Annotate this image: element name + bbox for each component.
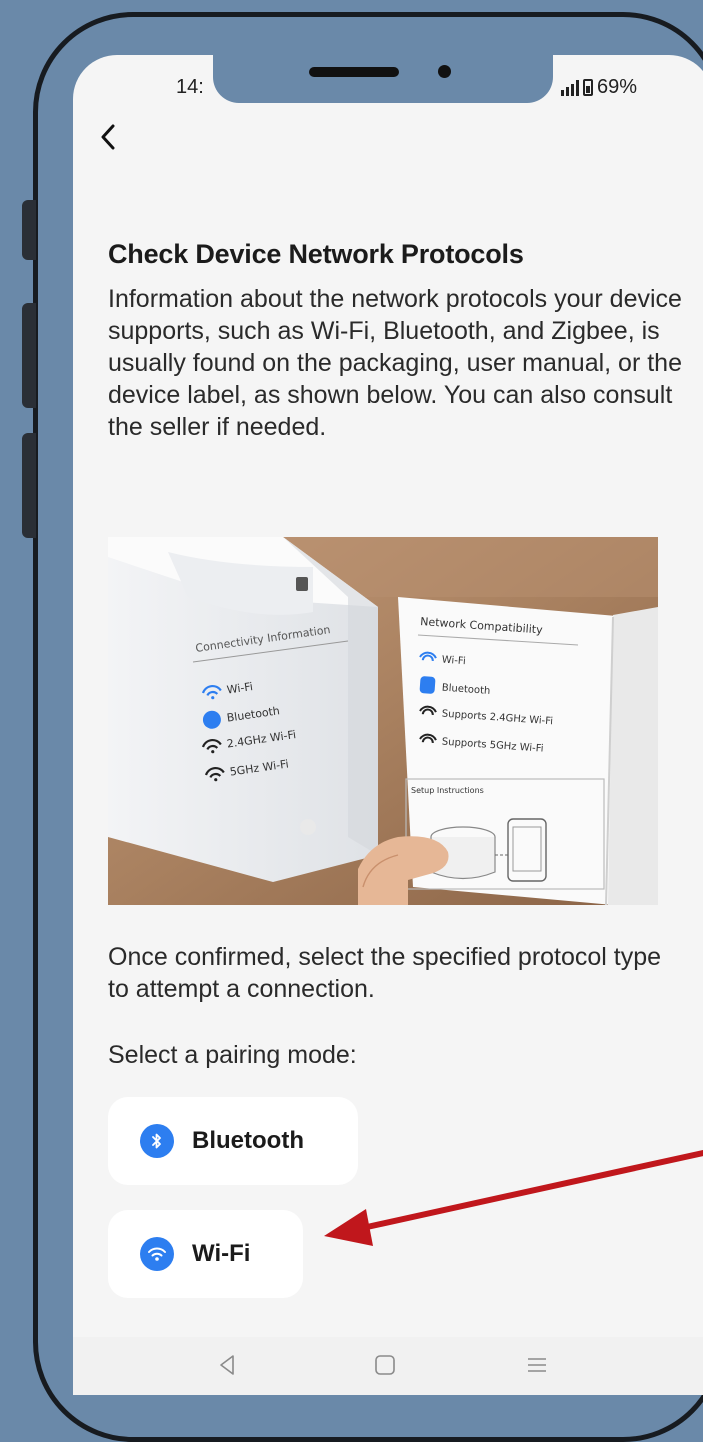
pairing-mode-label: Select a pairing mode: [108, 1041, 357, 1069]
confirm-text: Once confirmed, select the specified pro… [108, 943, 662, 1003]
nav-home-icon[interactable] [371, 1351, 399, 1379]
battery-icon [583, 79, 593, 96]
bluetooth-mode-button[interactable]: Bluetooth [108, 1097, 358, 1185]
manual-setup: Setup Instructions [411, 786, 484, 795]
phone-screen: 14: 69% Check Device Network Protocols I… [73, 55, 703, 1395]
status-time: 14: [176, 76, 204, 98]
phone-side-button [22, 200, 36, 260]
packaging-illustration: Connectivity Information Wi-Fi Bluetooth [108, 537, 658, 905]
signal-icon [561, 79, 579, 96]
bluetooth-icon [140, 1124, 174, 1158]
page-title: Check Device Network Protocols [108, 239, 524, 269]
earpiece-speaker [309, 67, 399, 77]
wifi-mode-button[interactable]: Wi-Fi [108, 1210, 303, 1298]
chevron-left-icon [101, 124, 115, 150]
volume-up-button [22, 303, 36, 408]
front-camera [438, 65, 451, 78]
device-packaging-image: Connectivity Information Wi-Fi Bluetooth [108, 537, 658, 905]
intro-text: Information about the network protocols … [108, 285, 682, 441]
nav-menu-icon[interactable] [523, 1351, 551, 1379]
status-indicators: 69% [561, 76, 637, 99]
bluetooth-mode-label: Bluetooth [192, 1127, 304, 1154]
camera-notch [213, 55, 553, 103]
nav-back-icon[interactable] [213, 1351, 241, 1379]
wifi-mode-label: Wi-Fi [192, 1240, 251, 1267]
manual-item: Wi-Fi [441, 655, 466, 668]
battery-percent: 69% [597, 76, 638, 98]
volume-down-button [22, 433, 36, 538]
back-button[interactable] [91, 117, 125, 157]
system-navigation-bar [73, 1337, 703, 1395]
wifi-icon [140, 1237, 174, 1271]
